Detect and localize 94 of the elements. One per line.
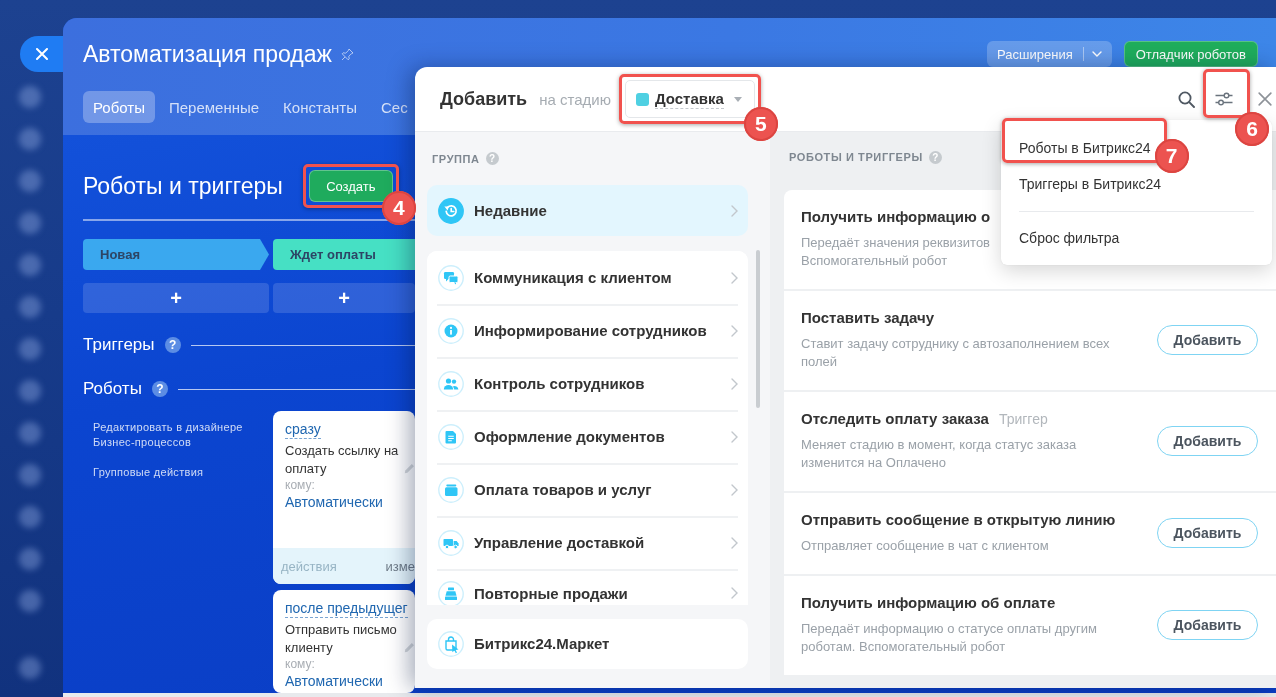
menu-item[interactable]: Триггеры в Битрикс24: [1019, 175, 1161, 193]
robot-title: Получить информацию о: [801, 208, 991, 225]
robot-description: Отправляет сообщение в чат с клиентом: [801, 537, 1049, 555]
history-icon: [438, 197, 464, 224]
step-badge: 7: [1154, 139, 1189, 173]
scrollbar-thumb[interactable]: [756, 250, 760, 408]
add-button[interactable]: Добавить: [1157, 518, 1258, 548]
pencil-icon[interactable]: [404, 463, 415, 474]
stage-header: Ждет оплаты: [273, 239, 415, 270]
tab[interactable]: Переменные: [158, 91, 270, 123]
recipient-link[interactable]: Автоматически: [285, 493, 383, 511]
chevron-right-icon: [731, 536, 738, 549]
edit-link[interactable]: изме: [385, 558, 415, 574]
people-icon: [438, 370, 464, 397]
blurred-icon: [19, 170, 41, 192]
cash-register-icon: [438, 581, 464, 605]
chevron-right-icon: [731, 271, 738, 284]
section-title: Триггеры: [83, 335, 155, 355]
blurred-icon: [19, 212, 41, 234]
help-icon[interactable]: ?: [164, 337, 181, 353]
chevron-right-icon: [731, 483, 738, 496]
chevron-right-icon: [731, 430, 738, 443]
chevron-right-icon: [731, 587, 738, 599]
page-title: Автоматизация продаж: [83, 41, 332, 67]
add-robot-button[interactable]: +: [83, 283, 269, 313]
robot-title: Отследить оплату заказа: [801, 410, 989, 427]
delay-link[interactable]: после предыдущег: [285, 600, 408, 618]
step-badge: 4: [381, 191, 416, 225]
blurred-icon: [19, 657, 41, 679]
action-link[interactable]: Редактировать в дизайнере Бизнес-процессов: [93, 420, 259, 450]
column-heading: РОБОТЫ И ТРИГГЕРЫ: [789, 151, 923, 163]
pin-icon[interactable]: [340, 47, 354, 61]
step-badge: 6: [1235, 112, 1269, 146]
chevron-down-icon: [1091, 51, 1102, 57]
robot-title: Отправить сообщение в открытую линию: [801, 511, 1116, 528]
blurred-icon: [19, 296, 41, 318]
document-icon: [438, 423, 464, 450]
chevron-right-icon: [731, 204, 738, 217]
blurred-icon: [19, 422, 41, 444]
blurred-icon: [19, 338, 41, 360]
robot-title: Создать ссылку на оплату: [285, 442, 400, 478]
blurred-icon: [19, 254, 41, 276]
caret-icon: [733, 96, 742, 102]
blurred-icon: [19, 506, 41, 528]
blurred-icon: [19, 548, 41, 570]
close-button[interactable]: [20, 36, 63, 72]
column-heading: ГРУППА: [432, 152, 480, 165]
robot-title: Получить информацию об оплате: [801, 594, 1056, 611]
robot-description: Меняет стадию в момент, когда статус заказа изменится на Оплачено: [801, 436, 1078, 472]
stage-dropdown[interactable]: Доставка: [624, 80, 755, 118]
delay-link[interactable]: сразу: [285, 421, 321, 439]
add-button[interactable]: Добавить: [1157, 325, 1258, 355]
blurred-icon: [19, 380, 41, 402]
help-icon[interactable]: ?: [151, 381, 168, 397]
tab[interactable]: Сес: [370, 91, 408, 123]
close-icon: [1258, 92, 1272, 106]
menu-item[interactable]: Сброс фильтра: [1019, 229, 1120, 247]
add-robot-button[interactable]: +: [273, 283, 415, 313]
menu-item[interactable]: Роботы в Битрикс24: [1019, 139, 1151, 157]
close-icon: [35, 48, 48, 60]
add-button[interactable]: Добавить: [1157, 426, 1258, 456]
group-item[interactable]: Битрикс24.Маркет: [427, 619, 748, 669]
recipient-label: кому:: [285, 478, 315, 493]
robot-description: Передаёт значения реквизитов Вспомогательный робот: [801, 234, 991, 270]
chat-icon: [438, 264, 464, 291]
wallet-icon: [438, 476, 464, 503]
group-item[interactable]: Недавние: [427, 185, 748, 236]
action-link[interactable]: Групповые действия: [93, 465, 204, 480]
tab[interactable]: Константы: [273, 91, 367, 123]
add-button[interactable]: Добавить: [1157, 610, 1258, 640]
blurred-icon: [19, 128, 41, 150]
robot-title: Отправить письмо клиенту: [285, 621, 398, 657]
recipient-link[interactable]: Автоматически: [285, 672, 383, 690]
info-icon: [438, 317, 464, 344]
section-title: Роботы: [83, 379, 142, 399]
filter-sliders-icon: [1215, 92, 1233, 106]
stage-header: Новая: [83, 239, 269, 270]
truck-icon: [438, 529, 464, 556]
recipient-label: кому:: [285, 657, 315, 672]
blurred-icon: [19, 590, 41, 612]
blurred-icon: [19, 464, 41, 486]
robot-title: Поставить задачу: [801, 309, 935, 326]
robot-description: Ставит задачу сотруднику с автозаполнением всех полей: [801, 335, 1111, 371]
panel-title: Добавить: [440, 88, 528, 110]
section-heading: Роботы и триггеры: [83, 172, 283, 201]
chevron-right-icon: [731, 377, 738, 390]
pencil-icon[interactable]: [404, 642, 415, 653]
robot-description: Передаёт информацию о статусе оплаты другим роботам. Вспомогательный робот: [801, 620, 1098, 656]
shopping-bag-icon: [438, 631, 464, 657]
search-icon: [1177, 90, 1195, 108]
blurred-icon: [19, 86, 41, 108]
chevron-right-icon: [731, 324, 738, 337]
stage-prefix-label: на стадию: [539, 90, 611, 108]
type-tag: Триггер: [998, 411, 1048, 427]
